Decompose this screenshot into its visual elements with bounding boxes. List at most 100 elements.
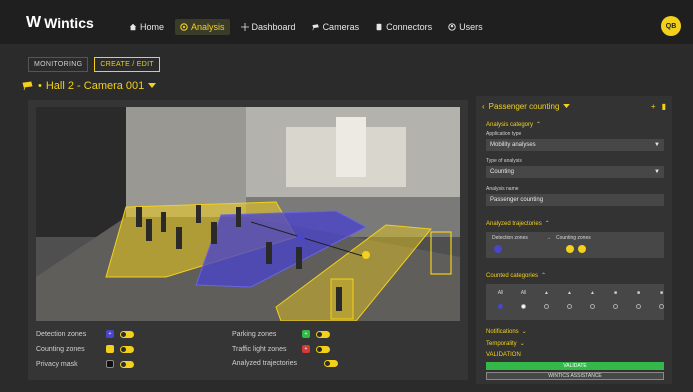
validation-heading: VALIDATION (486, 352, 521, 358)
bus-icon: ■ (659, 290, 664, 296)
scene-glass-panel (336, 117, 366, 177)
trajectory-point[interactable] (297, 233, 305, 241)
assistance-button[interactable]: WINTICS ASSISTANCE (486, 372, 664, 380)
connector-icon (376, 23, 382, 31)
app-logo[interactable]: W Wintics (26, 14, 94, 32)
legend-label: Detection zones (36, 330, 87, 338)
chevron-up-icon: ⌃ (544, 221, 550, 227)
type-of-analysis-select[interactable]: Counting ▼ (486, 166, 664, 178)
nav-label: Connectors (386, 22, 433, 32)
app-name: Wintics (44, 15, 94, 31)
field-label: Analysis name (486, 186, 519, 192)
camera-selector[interactable]: • Hall 2 - Camera 001 (22, 80, 157, 92)
section-title: Analyzed trajectories (486, 220, 542, 227)
analysis-category-section[interactable]: Analysis category ⌃ (486, 121, 542, 129)
detection-zones-label: Detection zones (492, 235, 528, 241)
analysis-header: ‹ Passenger counting + ▮ (482, 102, 666, 111)
input-value: Passenger counting (490, 197, 544, 203)
category-radio[interactable] (563, 304, 576, 311)
trajectories-toggle[interactable] (324, 360, 338, 367)
back-icon[interactable]: ‹ (482, 102, 485, 111)
analysis-title: Passenger counting (488, 102, 560, 111)
tab-monitoring[interactable]: MONITORING (28, 57, 89, 72)
truck-icon: ■ (636, 290, 641, 296)
chevron-down-icon[interactable] (563, 104, 571, 109)
notifications-section[interactable]: Notifications ⌄ (486, 328, 527, 336)
section-title: Notifications (486, 328, 519, 335)
analysis-side-panel: ‹ Passenger counting + ▮ Analysis catego… (476, 96, 672, 384)
category-radio[interactable] (655, 304, 668, 311)
nav-item-cameras[interactable]: Cameras (307, 19, 365, 35)
field-label: Application type (486, 131, 522, 137)
legend-label: Privacy mask (36, 360, 78, 368)
counting-toggle[interactable] (120, 345, 134, 353)
legend-label: Traffic light zones (232, 345, 287, 353)
detection-zone-badge[interactable] (494, 245, 502, 253)
dashboard-icon (240, 23, 249, 31)
analyzed-trajectories-section[interactable]: Analyzed trajectories ⌃ (486, 220, 550, 228)
main-nav: Home Analysis Dashboard Cameras Connecto… (124, 19, 488, 35)
add-icon[interactable]: + (651, 102, 656, 111)
delete-icon[interactable]: ▮ (662, 102, 666, 111)
category-icons: All All ▲ ▲ ▲ ■ ■ ■ (494, 290, 668, 296)
legend-row-counting: Counting zones (36, 345, 134, 353)
section-title: Counted categories (486, 272, 539, 279)
car-icon: ■ (613, 290, 618, 296)
analysis-name-input[interactable]: Passenger counting (486, 194, 664, 206)
category-radio[interactable] (540, 304, 553, 311)
chevron-up-icon: ⌃ (541, 273, 547, 279)
zones-legend: Detection zones + Counting zones Privacy… (36, 328, 460, 376)
camera-icon (22, 81, 33, 91)
category-radio[interactable] (586, 304, 599, 311)
field-label: Type of analysis (486, 158, 522, 164)
temporality-section[interactable]: Temporality ⌄ (486, 340, 525, 348)
select-value: Mobility analyses (490, 142, 536, 148)
chevron-down-icon (148, 83, 157, 88)
mode-tabs: MONITORING CREATE / EDIT (28, 57, 160, 72)
nav-item-connectors[interactable]: Connectors (370, 19, 437, 35)
nav-item-dashboard[interactable]: Dashboard (236, 19, 301, 35)
detection-swatch: + (106, 330, 114, 338)
nav-item-users[interactable]: Users (443, 19, 488, 35)
header-actions: + ▮ (651, 102, 666, 111)
section-title: Analysis category (486, 121, 534, 128)
traffic-toggle[interactable] (316, 345, 330, 353)
camera-icon (311, 24, 319, 31)
category-radio[interactable] (517, 304, 530, 311)
parking-toggle[interactable] (316, 330, 330, 338)
privacy-toggle[interactable] (120, 360, 134, 368)
home-icon (129, 23, 137, 31)
breadcrumb-separator: • (38, 80, 42, 92)
chevron-down-icon: ▼ (654, 169, 660, 175)
camera-title: Hall 2 - Camera 001 (45, 80, 145, 92)
scooter-icon: ▲ (590, 290, 595, 296)
scene-back-wall (126, 107, 246, 217)
camera-feed[interactable] (36, 107, 460, 321)
counting-zone-badge[interactable] (566, 245, 574, 253)
category-radio[interactable] (609, 304, 622, 311)
counting-swatch (106, 345, 114, 353)
top-navbar: W Wintics Home Analysis Dashboard Camera… (0, 0, 693, 44)
validate-button[interactable]: VALIDATE (486, 362, 664, 370)
detection-toggle[interactable] (120, 330, 134, 338)
chevron-down-icon: ▼ (654, 142, 660, 148)
application-type-select[interactable]: Mobility analyses ▼ (486, 139, 664, 151)
counting-zone-badge[interactable] (578, 245, 586, 253)
user-avatar[interactable]: QB (661, 16, 681, 36)
chevron-up-icon: ⌃ (536, 122, 542, 128)
section-title: VALIDATION (486, 352, 521, 358)
tab-create-edit[interactable]: CREATE / EDIT (94, 57, 160, 72)
category-label: All (520, 290, 527, 296)
trajectory-endpoint[interactable] (362, 251, 370, 259)
nav-item-home[interactable]: Home (124, 19, 169, 35)
logo-mark: W (26, 14, 41, 31)
nav-label: Analysis (191, 22, 225, 32)
category-radio-selected[interactable] (494, 304, 507, 311)
counted-categories-section[interactable]: Counted categories ⌃ (486, 272, 547, 280)
privacy-swatch (106, 360, 114, 368)
nav-item-analysis[interactable]: Analysis (175, 19, 230, 35)
category-radio[interactable] (632, 304, 645, 311)
trajectories-box: Detection zones → Counting zones (486, 232, 664, 258)
legend-label: Analyzed trajectories (232, 360, 297, 367)
legend-label: Parking zones (232, 330, 277, 338)
